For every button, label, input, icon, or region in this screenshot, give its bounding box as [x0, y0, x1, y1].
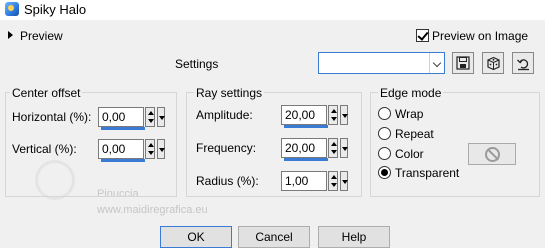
horizontal-value: 0,00 [102, 110, 126, 124]
center-offset-legend: Center offset [10, 86, 83, 100]
amplitude-label: Amplitude: [196, 108, 253, 122]
ray-settings-legend: Ray settings [194, 86, 265, 100]
dice-icon [486, 56, 500, 70]
vertical-label: Vertical (%): [12, 142, 77, 156]
radius-label: Radius (%): [196, 174, 259, 188]
edge-mode-repeat-radio[interactable] [378, 127, 391, 140]
horizontal-spinner[interactable] [145, 107, 155, 127]
amplitude-slider[interactable] [284, 125, 328, 128]
preview-on-image-label[interactable]: Preview on Image [432, 29, 528, 43]
edge-color-swatch[interactable] [468, 143, 516, 165]
frequency-spinner[interactable] [328, 138, 338, 158]
frequency-dropdown[interactable] [340, 138, 348, 158]
expand-arrow-icon[interactable] [8, 31, 13, 39]
horizontal-slider[interactable] [101, 127, 145, 130]
radius-spinner[interactable] [328, 171, 338, 191]
reset-button[interactable] [512, 52, 534, 74]
frequency-input[interactable]: 20,00 [281, 138, 328, 161]
radius-value: 1,00 [285, 174, 309, 188]
vertical-input[interactable]: 0,00 [98, 139, 145, 162]
edge-mode-color-label[interactable]: Color [395, 147, 424, 161]
edge-mode-wrap-radio[interactable] [378, 107, 391, 120]
save-preset-button[interactable] [452, 52, 474, 74]
app-icon [5, 2, 19, 16]
radius-dropdown[interactable] [340, 171, 348, 191]
no-sign-icon [485, 147, 500, 162]
frequency-value: 20,00 [285, 141, 316, 155]
settings-label: Settings [175, 57, 219, 71]
save-icon [456, 56, 470, 70]
randomize-button[interactable] [482, 52, 504, 74]
edge-mode-repeat-label[interactable]: Repeat [395, 127, 434, 141]
edge-mode-color-radio[interactable] [378, 147, 391, 160]
amplitude-input[interactable]: 20,00 [281, 105, 328, 128]
reset-icon [516, 58, 529, 70]
preset-combobox[interactable] [318, 52, 445, 74]
amplitude-spinner[interactable] [328, 105, 338, 125]
horizontal-label: Horizontal (%): [12, 110, 92, 124]
radius-input[interactable]: 1,00 [281, 171, 327, 191]
vertical-value: 0,00 [102, 142, 126, 156]
window-title: Spiky Halo [24, 2, 87, 17]
edge-mode-wrap-label[interactable]: Wrap [395, 107, 423, 121]
vertical-spinner[interactable] [145, 139, 155, 159]
frequency-slider[interactable] [284, 158, 328, 161]
amplitude-dropdown[interactable] [340, 105, 348, 125]
preview-on-image-checkbox[interactable] [416, 29, 429, 42]
chevron-down-icon[interactable] [429, 53, 444, 73]
edge-mode-transparent-radio[interactable] [378, 166, 391, 179]
vertical-slider[interactable] [101, 159, 145, 162]
horizontal-input[interactable]: 0,00 [98, 107, 145, 130]
edge-mode-legend: Edge mode [378, 86, 444, 100]
frequency-label: Frequency: [196, 141, 257, 155]
title-bar: Spiky Halo [0, 0, 545, 20]
horizontal-dropdown[interactable] [157, 107, 165, 127]
preview-toggle[interactable]: Preview [20, 29, 63, 43]
edge-mode-transparent-label[interactable]: Transparent [395, 166, 459, 180]
vertical-dropdown[interactable] [157, 139, 165, 159]
watermark-url: www.maidiregrafica.eu [97, 204, 208, 216]
amplitude-value: 20,00 [285, 108, 316, 122]
